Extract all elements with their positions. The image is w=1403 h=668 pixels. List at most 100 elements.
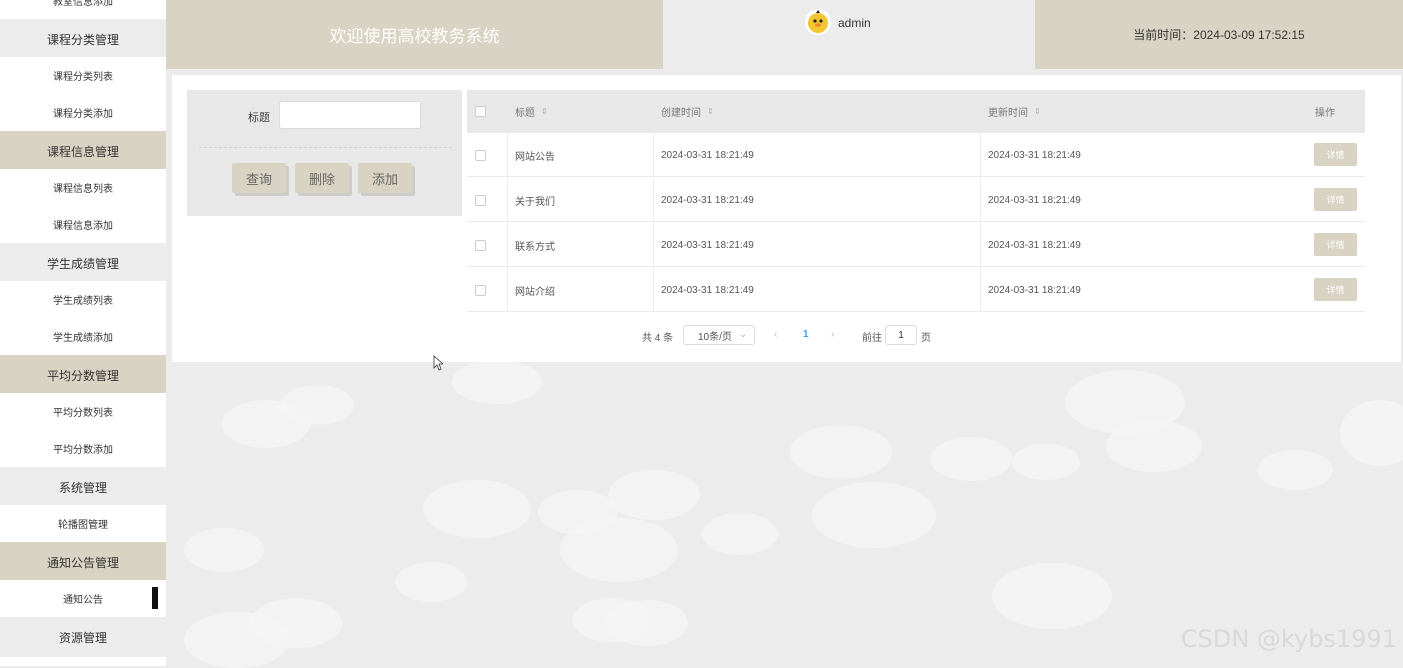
sidebar-label: 教室信息添加 (53, 0, 113, 8)
sidebar-item[interactable]: 轮播图管理 (0, 505, 166, 542)
table-row (467, 223, 1365, 267)
sidebar-label: 通知公告管理 (46, 555, 119, 570)
delete-button[interactable]: 删除 (295, 163, 349, 193)
sort-icon[interactable]: ⇕ (541, 107, 548, 116)
sidebar-label: 通知公告 (63, 595, 103, 606)
sidebar-label: 轮播图管理 (58, 520, 108, 531)
sidebar-group[interactable]: 系统管理 (0, 467, 166, 507)
detail-button[interactable]: 详情 (1314, 233, 1357, 256)
table-header (467, 90, 1365, 133)
mouse-cursor-icon (433, 355, 443, 371)
sidebar-item[interactable]: 平均分数添加 (0, 430, 166, 467)
column-header-created[interactable]: 创建时间 ⇕ (661, 90, 714, 133)
table-row (467, 133, 1365, 177)
sidebar-label: 资源管理 (58, 630, 107, 645)
pagination-total: 共 4 条 (642, 333, 674, 344)
username[interactable]: admin (838, 16, 871, 30)
add-button[interactable]: 添加 (358, 163, 412, 193)
cell-divider (980, 268, 981, 312)
prev-page-button[interactable]: ‹ (774, 329, 777, 340)
row-checkbox[interactable] (475, 285, 486, 296)
cell-created: 2024-03-31 18:21:49 (661, 239, 754, 251)
header-user-area (663, 0, 1035, 69)
table-row (467, 178, 1365, 222)
sidebar-item[interactable]: 学生成绩列表 (0, 281, 166, 318)
sidebar-group[interactable]: 课程分类管理 (0, 19, 166, 59)
sidebar-item[interactable]: 课程分类列表 (0, 57, 166, 94)
sidebar-group[interactable]: 通知公告管理 (0, 542, 166, 582)
header-title-bar: 欢迎使用高校教务系统 (166, 0, 663, 69)
sidebar-label: 系统管理 (58, 480, 107, 495)
cell-updated: 2024-03-31 18:21:49 (988, 149, 1081, 161)
cell-updated: 2024-03-31 18:21:49 (988, 284, 1081, 296)
sidebar-label: 课程分类添加 (53, 109, 113, 120)
select-all-checkbox[interactable] (475, 106, 486, 117)
sidebar-label: 课程信息添加 (53, 221, 113, 232)
cell-divider (507, 223, 508, 267)
next-page-button[interactable]: › (831, 329, 834, 340)
avatar-icon (808, 10, 828, 33)
goto-suffix: 页 (921, 333, 931, 344)
cell-divider (653, 268, 654, 312)
cell-title: 网站介绍 (515, 286, 555, 298)
sidebar-label: 课程分类管理 (46, 32, 119, 47)
sort-icon[interactable]: ⇕ (1034, 107, 1041, 116)
sidebar-group[interactable]: 资源管理 (0, 617, 166, 657)
cell-updated: 2024-03-31 18:21:49 (988, 194, 1081, 206)
column-header-action: 操作 (1315, 108, 1335, 119)
cell-divider (507, 178, 508, 222)
cell-updated: 2024-03-31 18:21:49 (988, 239, 1081, 251)
cell-created: 2024-03-31 18:21:49 (661, 194, 754, 206)
sort-icon[interactable]: ⇕ (707, 107, 714, 116)
chevron-down-icon: ⌄ (739, 329, 747, 339)
table-row (467, 268, 1365, 312)
cell-divider (507, 268, 508, 312)
sidebar-item[interactable]: 学生成绩添加 (0, 318, 166, 355)
detail-button[interactable]: 详情 (1314, 278, 1357, 301)
sidebar-group[interactable]: 课程信息管理 (0, 131, 166, 171)
goto-label: 前往 (862, 333, 882, 344)
cell-title: 关于我们 (515, 196, 555, 208)
cell-divider (653, 178, 654, 222)
avatar[interactable] (805, 9, 831, 35)
query-button[interactable]: 查询 (232, 163, 286, 193)
detail-button[interactable]: 详情 (1314, 188, 1357, 211)
sidebar-item[interactable]: 课程信息添加 (0, 206, 166, 243)
active-indicator (152, 587, 158, 609)
cell-divider (980, 223, 981, 267)
sidebar-label: 学生成绩管理 (46, 256, 119, 271)
column-header-title[interactable]: 标题 ⇕ (515, 90, 548, 133)
page-size-select[interactable]: 10条/页 ⌄ (683, 325, 755, 345)
current-time: 当前时间：2024-03-09 17:52:15 (1133, 28, 1305, 42)
cell-divider (507, 133, 508, 177)
sidebar-label: 平均分数列表 (53, 408, 113, 419)
sidebar-item[interactable]: 课程信息列表 (0, 169, 166, 206)
row-checkbox[interactable] (475, 195, 486, 206)
watermark: CSDN @kybs1991 (1180, 625, 1397, 653)
row-checkbox[interactable] (475, 150, 486, 161)
header-time-bar: 当前时间：2024-03-09 17:52:15 (1035, 0, 1403, 69)
row-checkbox[interactable] (475, 240, 486, 251)
cell-title: 联系方式 (515, 241, 555, 253)
search-title-label: 标题 (248, 112, 270, 124)
cell-divider (653, 133, 654, 177)
page-number-current[interactable]: 1 (803, 329, 809, 340)
sidebar-label: 课程分类列表 (53, 72, 113, 83)
column-header-updated[interactable]: 更新时间 ⇕ (988, 90, 1041, 133)
sidebar-group[interactable]: 学生成绩管理 (0, 243, 166, 283)
sidebar-item[interactable]: 平均分数列表 (0, 393, 166, 430)
detail-button[interactable]: 详情 (1314, 143, 1357, 166)
sidebar-label: 学生成绩添加 (53, 333, 113, 344)
cell-created: 2024-03-31 18:21:49 (661, 284, 754, 296)
sidebar-item[interactable]: 通知公告 (0, 580, 166, 617)
goto-page-input[interactable]: 1 (885, 325, 917, 345)
sidebar-item[interactable]: 课程分类添加 (0, 94, 166, 131)
sidebar-item[interactable]: 教室信息添加 (0, 0, 166, 19)
sidebar-group[interactable]: 平均分数管理 (0, 355, 166, 395)
search-title-input[interactable] (279, 101, 421, 129)
site-title: 欢迎使用高校教务系统 (329, 27, 500, 46)
sidebar: 教室信息添加课程分类管理课程分类列表 课程分类添加课程信息管理 课程信息列表课程信息… (0, 0, 166, 666)
cell-divider (980, 178, 981, 222)
cell-divider (653, 223, 654, 267)
sidebar-label: 学生成绩列表 (53, 296, 113, 307)
